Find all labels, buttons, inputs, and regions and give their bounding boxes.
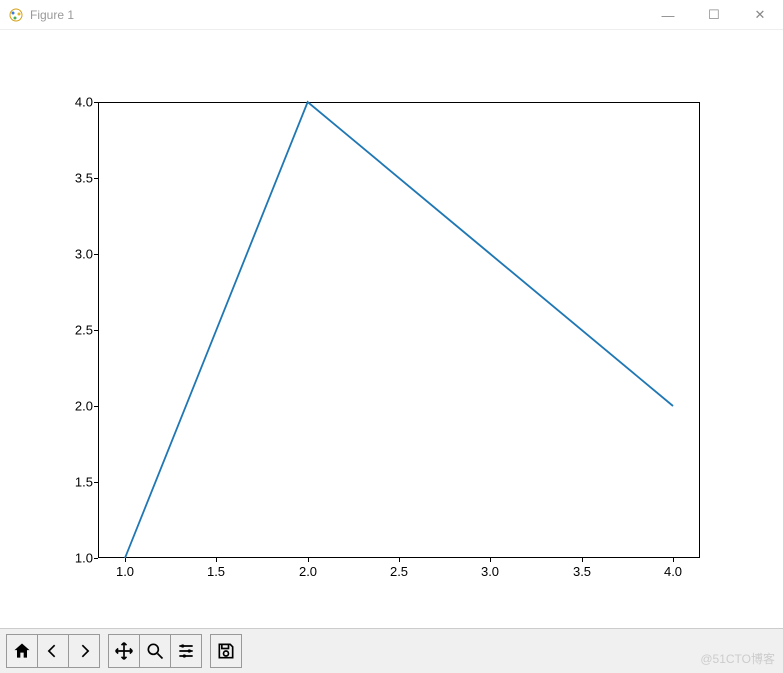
save-icon: [216, 641, 236, 661]
save-button[interactable]: [210, 634, 242, 668]
window-controls: — ☐ ✕: [645, 0, 783, 30]
x-tick-label: 2.0: [299, 564, 317, 579]
y-tick-mark: [94, 558, 98, 559]
window-title: Figure 1: [30, 8, 74, 22]
forward-icon: [74, 641, 94, 661]
y-tick-label: 1.5: [53, 475, 93, 490]
y-tick-label: 3.5: [53, 171, 93, 186]
pan-icon: [114, 641, 134, 661]
x-tick-mark: [490, 558, 491, 562]
x-tick-mark: [125, 558, 126, 562]
y-tick-label: 3.0: [53, 247, 93, 262]
back-icon: [43, 641, 63, 661]
y-tick-label: 4.0: [53, 95, 93, 110]
zoom-icon: [145, 641, 165, 661]
x-tick-mark: [399, 558, 400, 562]
x-tick-mark: [673, 558, 674, 562]
configure-icon: [176, 641, 196, 661]
x-tick-mark: [582, 558, 583, 562]
x-tick-mark: [308, 558, 309, 562]
app-icon: [8, 7, 24, 23]
zoom-button[interactable]: [139, 634, 171, 668]
home-button[interactable]: [6, 634, 38, 668]
forward-button[interactable]: [68, 634, 100, 668]
y-tick-label: 2.0: [53, 399, 93, 414]
x-tick-mark: [216, 558, 217, 562]
x-tick-label: 3.5: [573, 564, 591, 579]
y-tick-label: 2.5: [53, 323, 93, 338]
x-tick-label: 2.5: [390, 564, 408, 579]
pan-button[interactable]: [108, 634, 140, 668]
x-tick-label: 3.0: [481, 564, 499, 579]
x-tick-label: 1.0: [116, 564, 134, 579]
chart-canvas: 1.0 1.5 2.0 2.5 3.0 3.5 4.0 1.0 1.5 2.0 …: [0, 30, 783, 628]
x-tick-label: 1.5: [207, 564, 225, 579]
x-tick-label: 4.0: [664, 564, 682, 579]
home-icon: [12, 641, 32, 661]
maximize-button[interactable]: ☐: [691, 0, 737, 30]
matplotlib-toolbar: @51CTO博客: [0, 628, 783, 673]
watermark: @51CTO博客: [700, 650, 775, 667]
minimize-button[interactable]: —: [645, 0, 691, 30]
close-button[interactable]: ✕: [737, 0, 783, 30]
y-tick-label: 1.0: [53, 551, 93, 566]
configure-button[interactable]: [170, 634, 202, 668]
chart-line: [98, 102, 700, 558]
back-button[interactable]: [37, 634, 69, 668]
window-titlebar: Figure 1 — ☐ ✕: [0, 0, 783, 30]
